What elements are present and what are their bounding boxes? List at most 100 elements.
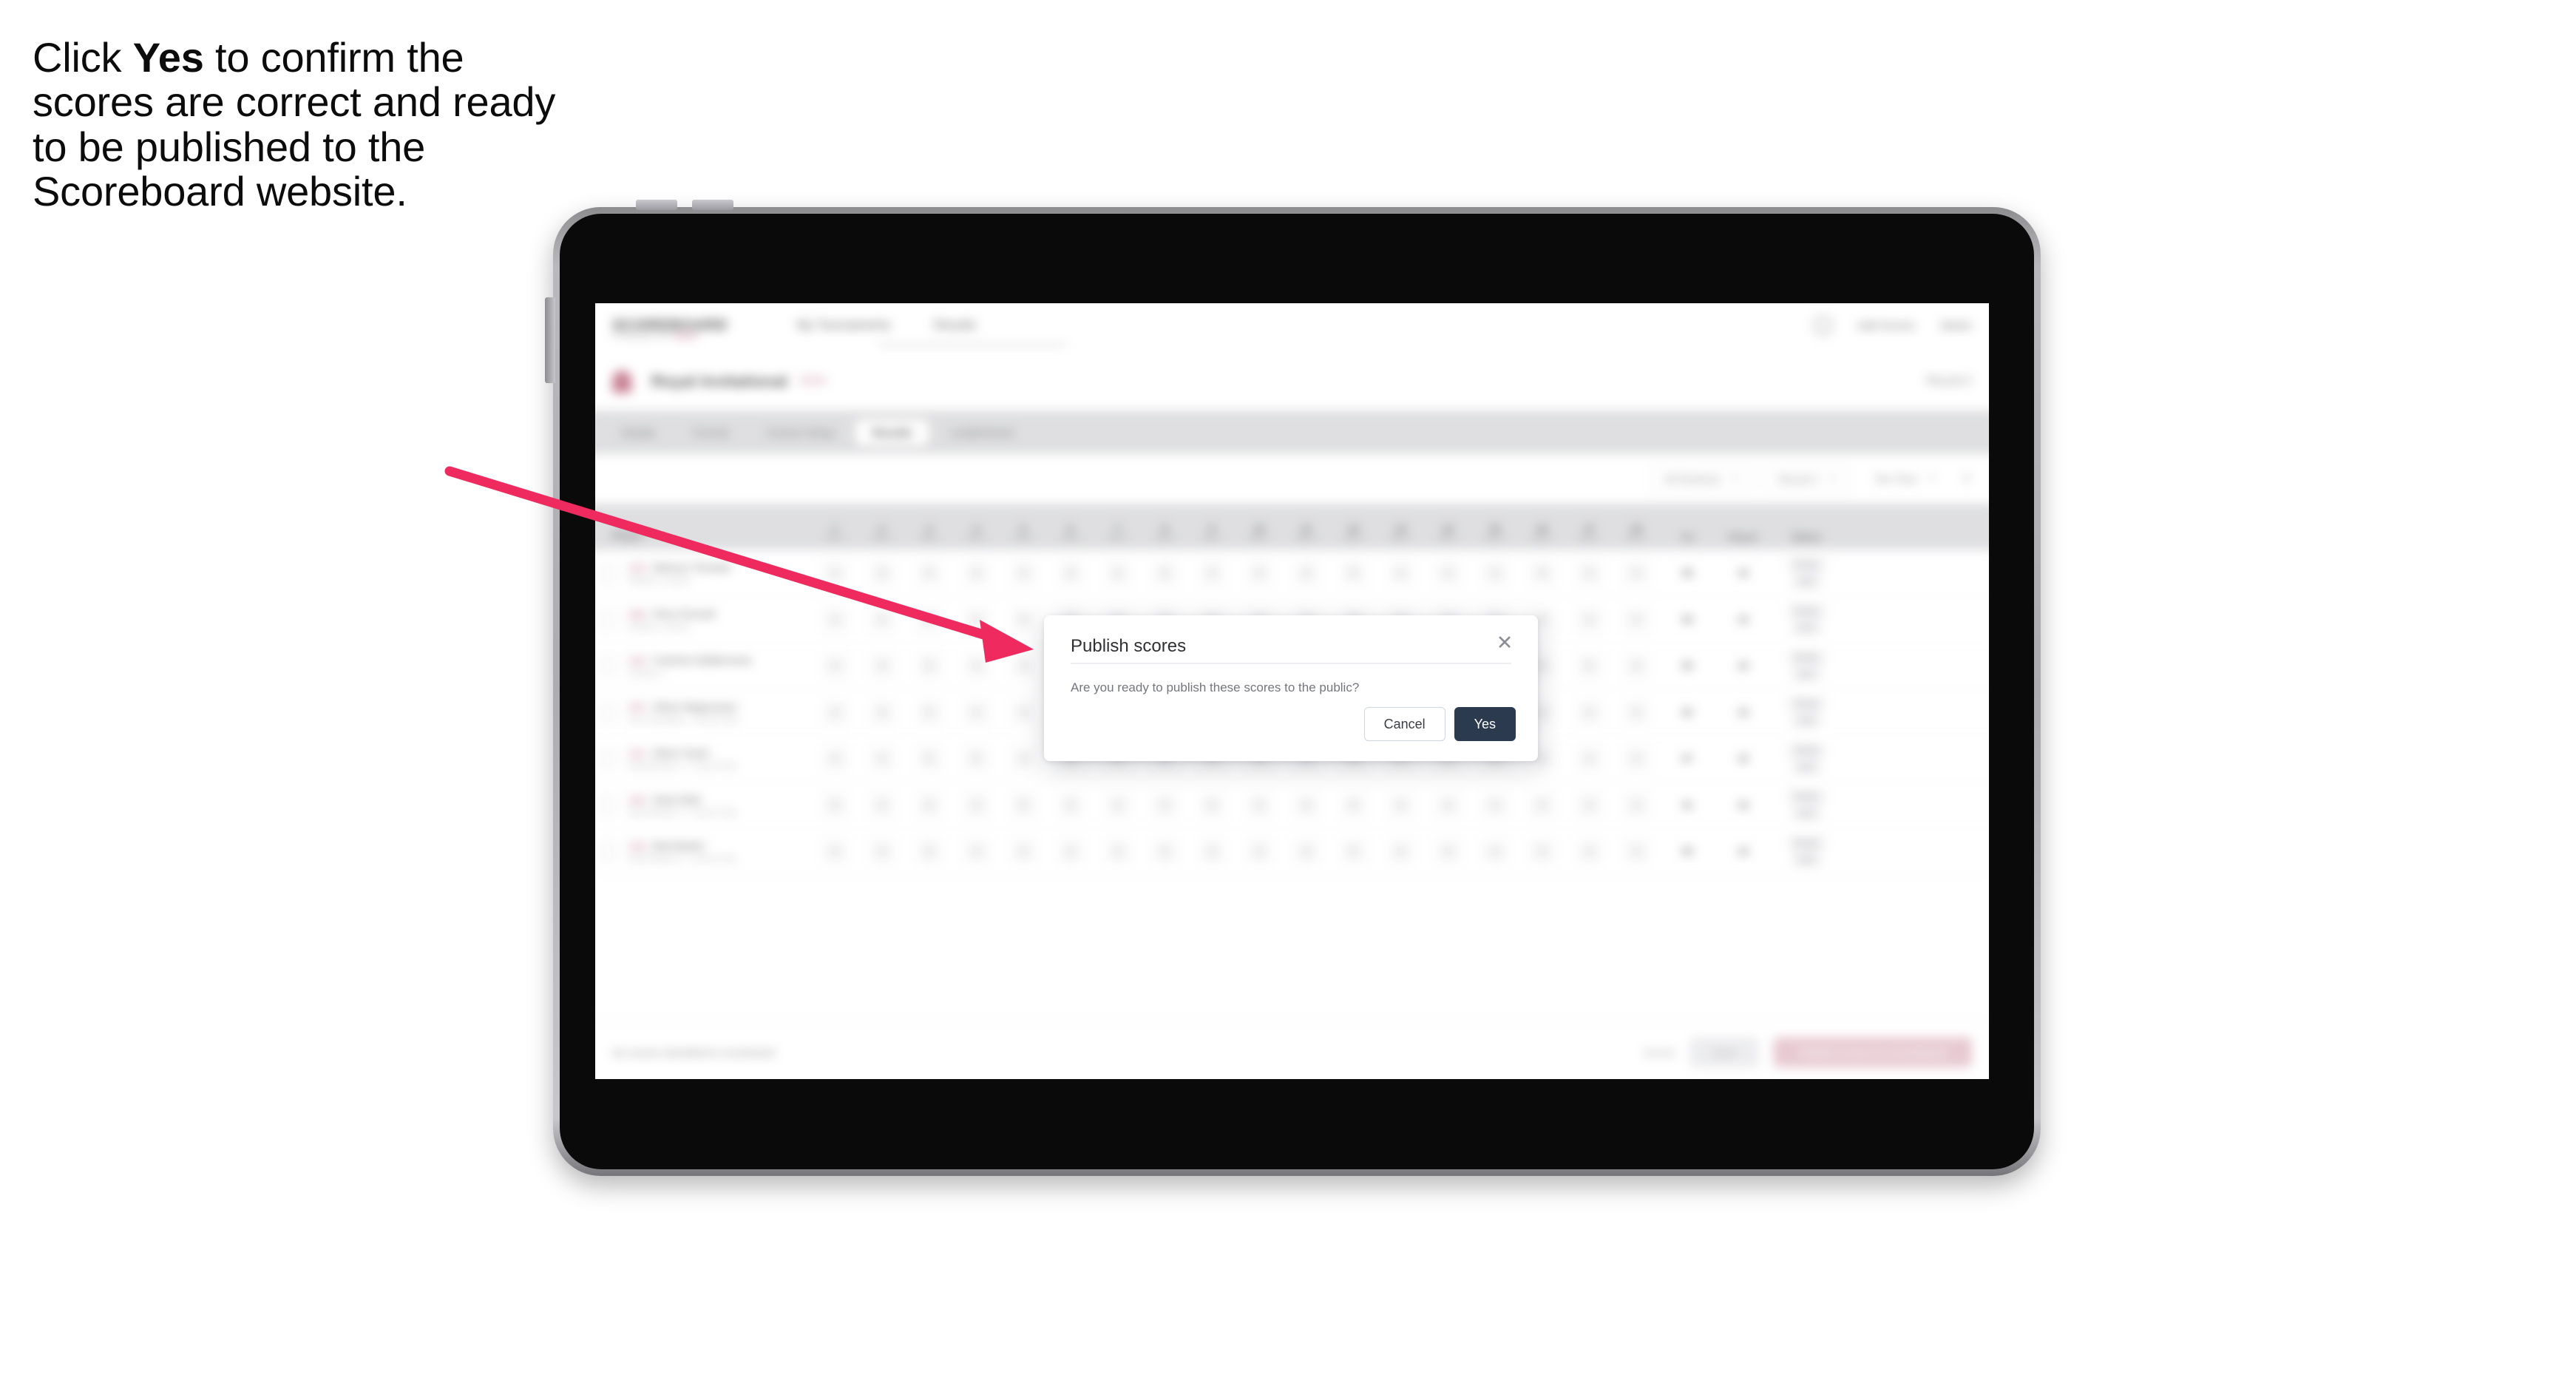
tab-details[interactable]: Details <box>605 419 672 445</box>
score-value[interactable]: 5 <box>1576 653 1602 678</box>
score-cell[interactable]: 3 <box>858 561 906 585</box>
score-value[interactable]: 4 <box>963 793 989 817</box>
score-cell[interactable]: 4 <box>1565 700 1613 725</box>
score-cell[interactable]: 5 <box>1000 793 1047 817</box>
row-checkbox-cell[interactable] <box>595 564 628 581</box>
user-circle-icon[interactable] <box>1814 316 1832 335</box>
tab-format[interactable]: Format <box>677 419 745 445</box>
score-cell[interactable]: 3 <box>1047 561 1094 585</box>
score-value[interactable]: 4 <box>1010 839 1037 864</box>
score-cell[interactable]: 5 <box>906 653 953 678</box>
score-cell[interactable]: 4 <box>1000 839 1047 864</box>
score-value[interactable]: 5 <box>916 561 942 585</box>
score-cell[interactable]: 4 <box>1424 561 1471 585</box>
nav-item-my-tournaments[interactable]: My Tournaments <box>797 318 891 333</box>
score-value[interactable]: 4 <box>1105 561 1131 585</box>
score-value[interactable]: 3 <box>869 700 895 725</box>
score-cell[interactable]: 5 <box>906 793 953 817</box>
score-value[interactable]: 4 <box>963 607 989 632</box>
score-cell[interactable]: 5 <box>1000 607 1047 632</box>
score-cell[interactable]: 5 <box>1519 839 1566 864</box>
score-cell[interactable]: 4 <box>1236 561 1283 585</box>
score-cell[interactable]: 4 <box>1613 700 1660 725</box>
score-cell[interactable]: 3 <box>858 700 906 725</box>
division-filter[interactable]: All Divisions ▼ <box>1651 465 1752 493</box>
score-cell[interactable]: 5 <box>906 607 953 632</box>
score-value[interactable]: 4 <box>1010 746 1037 771</box>
row-checkbox-cell[interactable] <box>595 657 628 675</box>
score-value[interactable]: 4 <box>1388 839 1414 864</box>
score-value[interactable]: 5 <box>963 746 989 771</box>
score-cell[interactable]: 5 <box>1565 653 1613 678</box>
score-cell[interactable]: 4 <box>1613 607 1660 632</box>
score-cell[interactable]: 4 <box>1094 561 1142 585</box>
score-cell[interactable]: 3 <box>1283 793 1330 817</box>
score-value[interactable]: 5 <box>1529 561 1555 585</box>
score-cell[interactable]: 3 <box>858 653 906 678</box>
score-cell[interactable]: 5 <box>1519 793 1566 817</box>
header-add-scores[interactable]: Add Scores <box>1857 320 1915 332</box>
score-value[interactable]: 3 <box>1482 793 1508 817</box>
score-value[interactable]: 5 <box>1529 839 1555 864</box>
score-cell[interactable]: 5 <box>1142 561 1189 585</box>
score-cell[interactable]: 4 <box>811 700 858 725</box>
score-cell[interactable]: 4 <box>1424 793 1471 817</box>
score-cell[interactable]: 3 <box>1471 793 1519 817</box>
score-value[interactable]: 3 <box>1482 561 1508 585</box>
close-icon[interactable]: ✕ <box>1491 629 1519 657</box>
score-cell[interactable]: 5 <box>906 746 953 771</box>
score-value[interactable]: 4 <box>1388 561 1414 585</box>
table-row[interactable]: (10) Bob Barker Dual Division 2 - Course O… <box>595 828 1989 875</box>
score-value[interactable]: 5 <box>916 700 942 725</box>
score-cell[interactable]: 5 <box>906 839 953 864</box>
checkbox-icon[interactable] <box>599 703 617 720</box>
score-cell[interactable]: 4 <box>1377 839 1424 864</box>
score-value[interactable]: 4 <box>1576 561 1602 585</box>
score-cell[interactable]: 4 <box>811 561 858 585</box>
score-cell[interactable]: 5 <box>1142 793 1189 817</box>
table-row[interactable]: (12) Mariusz Tomasik Division 1 Senior 4 3 5 4… <box>595 550 1989 597</box>
row-checkbox-cell[interactable] <box>595 797 628 814</box>
score-value[interactable]: 3 <box>1057 561 1084 585</box>
score-cell[interactable]: 3 <box>1471 561 1519 585</box>
round-filter[interactable]: Round 2 ▼ <box>1765 465 1849 493</box>
tab-results[interactable]: Results <box>855 419 929 446</box>
score-value[interactable]: 4 <box>1623 561 1650 585</box>
score-value[interactable]: 4 <box>1434 561 1461 585</box>
score-cell[interactable]: 4 <box>953 653 1000 678</box>
row-checkbox-cell[interactable] <box>595 611 628 628</box>
score-value[interactable]: 5 <box>916 746 942 771</box>
score-value[interactable]: 4 <box>1246 561 1272 585</box>
score-value[interactable]: 3 <box>869 653 895 678</box>
score-cell[interactable]: 4 <box>1613 839 1660 864</box>
score-cell[interactable]: 4 <box>953 561 1000 585</box>
score-value[interactable]: 3 <box>869 839 895 864</box>
score-value[interactable]: 4 <box>1576 700 1602 725</box>
yes-button[interactable]: Yes <box>1454 707 1516 741</box>
score-cell[interactable]: 3 <box>858 839 906 864</box>
score-value[interactable]: 5 <box>821 793 848 817</box>
score-cell[interactable]: 5 <box>811 793 858 817</box>
device-top-button-1[interactable] <box>636 200 677 210</box>
score-cell[interactable]: 4 <box>1000 746 1047 771</box>
publish-scores-button[interactable]: Publish scores to scoreboard <box>1773 1037 1972 1067</box>
score-cell[interactable]: 4 <box>953 793 1000 817</box>
score-value[interactable]: 4 <box>963 839 989 864</box>
table-row[interactable]: (16) Sean Mott Dual Division 2 - Course On… <box>595 782 1989 829</box>
close-icon[interactable]: ✕ <box>1961 471 1971 486</box>
tab-leaderboard[interactable]: Leaderboard <box>934 419 1031 445</box>
score-value[interactable]: 3 <box>1293 793 1319 817</box>
score-cell[interactable]: 4 <box>1613 793 1660 817</box>
score-cell[interactable]: 4 <box>1565 746 1613 771</box>
checkbox-icon[interactable] <box>599 842 617 860</box>
score-cell[interactable]: 4 <box>1377 561 1424 585</box>
score-cell[interactable]: 4 <box>1565 793 1613 817</box>
checkbox-icon[interactable] <box>599 611 617 628</box>
device-volume-button[interactable] <box>545 297 555 383</box>
score-value[interactable]: 4 <box>1576 793 1602 817</box>
score-value[interactable]: 4 <box>1623 653 1650 678</box>
score-value[interactable]: 4 <box>869 607 895 632</box>
score-cell[interactable]: 4 <box>1000 653 1047 678</box>
checkbox-icon[interactable] <box>599 750 617 767</box>
score-value[interactable]: 4 <box>869 746 895 771</box>
